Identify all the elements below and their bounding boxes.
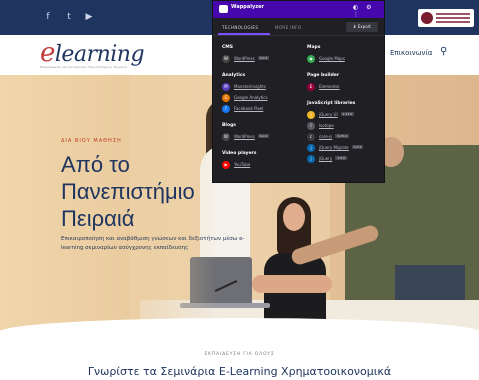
core-js-icon: c (307, 133, 315, 141)
monsterinsights-icon: M (222, 83, 230, 91)
youtube-icon: ▶ (222, 161, 230, 169)
tech-name: MonsterInsights (234, 84, 266, 89)
tech-item-isotope[interactable]: I Isotope (307, 122, 387, 131)
tech-name: jQuery 3.6.0 (319, 156, 347, 161)
tech-name: Google Maps (319, 56, 345, 61)
category-heading-maps: Maps (307, 45, 321, 50)
version-badge: 6.0.2 (257, 56, 270, 60)
wappalyzer-logo-icon (219, 5, 228, 13)
tech-name: jQuery UI 1.13.2 (319, 112, 355, 117)
tech-name: core-js 3.25.0 (319, 134, 349, 139)
hero-title-line-1: Από το (61, 152, 130, 177)
google-analytics-icon: G (222, 94, 230, 102)
tech-name: WordPress 6.0.2 (234, 134, 270, 139)
active-tab-indicator (218, 33, 270, 35)
tech-item-jquery-migrate[interactable]: j jQuery Migrate 3.3.2 (307, 144, 387, 153)
nav-item-contact[interactable]: Επικοινωνία (390, 49, 432, 57)
hero-title-line-2: Πανεπιστήμιο (61, 179, 195, 204)
tech-item-wordpress[interactable]: W WordPress 6.0.2 (222, 133, 302, 142)
tech-item-google-maps[interactable]: ◉ Google Maps (307, 55, 387, 64)
version-badge: 3.3.2 (351, 145, 364, 149)
tech-name: Google Analytics (234, 95, 268, 100)
category-heading-analytics: Analytics (222, 73, 246, 78)
twitter-icon[interactable]: t (64, 12, 74, 22)
jquery-icon: j (307, 155, 315, 163)
version-badge: 3.25.0 (335, 134, 349, 138)
tech-name: Elementor (319, 84, 340, 89)
category-heading-cms: CMS (222, 45, 234, 50)
tab-technologies[interactable]: TECHNOLOGIES (222, 25, 258, 30)
wappalyzer-header: Wappalyzer ◐ ⚙ ⋮ (213, 1, 384, 18)
university-logo[interactable] (418, 9, 474, 27)
hero-kicker: ΔΙΑ ΒΙΟΥ ΜΑΘΗΣΗ (61, 138, 122, 144)
tech-item-wordpress[interactable]: W WordPress 6.0.2 (222, 55, 302, 64)
section-title: Γνωρίστε τα Σεμινάρια E-Learning Χρηματο… (87, 365, 392, 378)
logo-tagline: Επιμόρφωση και Κατάρτιση Πανεπιστημίου Π… (40, 65, 127, 69)
site-logo[interactable]: elearning (40, 38, 145, 68)
tech-name: jQuery Migrate 3.3.2 (319, 145, 364, 150)
version-badge: 3.6.0 (335, 156, 347, 160)
tech-item-core-js[interactable]: c core-js 3.25.0 (307, 133, 387, 142)
category-heading-video-players: Video players (222, 151, 257, 156)
wappalyzer-brand: Wappalyzer (231, 4, 264, 10)
jquery-ui-icon: j (307, 111, 315, 119)
youtube-icon[interactable]: ▶ (84, 12, 94, 22)
wappalyzer-tabs: TECHNOLOGIES MORE INFO ⬇ Export (213, 18, 384, 36)
category-heading-javascript-libraries: JavaScript libraries (307, 101, 356, 106)
tech-item-jquery-ui[interactable]: j jQuery UI 1.13.2 (307, 111, 387, 120)
tech-item-facebook-pixel[interactable]: f Facebook Pixel (222, 105, 302, 114)
university-seal-icon (421, 12, 433, 24)
tech-item-google-analytics[interactable]: G Google Analytics (222, 94, 302, 103)
tech-name: Isotope (319, 123, 334, 128)
jquery-migrate-icon: j (307, 144, 315, 152)
wappalyzer-popup: Wappalyzer ◐ ⚙ ⋮ TECHNOLOGIES MORE INFO … (212, 0, 385, 183)
search-icon[interactable]: ⚲ (440, 46, 447, 57)
tech-item-monsterinsights[interactable]: M MonsterInsights (222, 83, 302, 92)
isotope-icon: I (307, 122, 315, 130)
tech-name: YouTube (234, 162, 251, 167)
wordpress-icon: W (222, 55, 230, 63)
facebook-icon[interactable]: f (43, 12, 53, 22)
wordpress-icon: W (222, 133, 230, 141)
facebook-pixel-icon: f (222, 105, 230, 113)
tech-item-jquery[interactable]: j jQuery 3.6.0 (307, 155, 387, 164)
page: f t ▶ elearning Επιμόρφωση και Κατάρτιση… (0, 0, 479, 380)
tech-item-elementor[interactable]: E Elementor (307, 83, 387, 92)
category-heading-blogs: Blogs (222, 123, 236, 128)
hero-subtitle: Επικαιροποίηση και αναβάθμιση γνώσεων κα… (61, 236, 245, 251)
section-kicker: ΕΚΠΑΙΔΕΥΣΗ ΓΙΑ ΟΛΟΥΣ (204, 352, 275, 357)
export-button[interactable]: ⬇ Export (346, 22, 378, 32)
hero-title-line-3: Πειραιά (61, 206, 135, 231)
tech-name: Facebook Pixel (234, 106, 264, 111)
category-heading-page-builder: Page builder (307, 73, 340, 78)
tab-more-info[interactable]: MORE INFO (275, 25, 301, 30)
version-badge: 6.0.2 (257, 134, 270, 138)
elementor-icon: E (307, 83, 315, 91)
google-maps-icon: ◉ (307, 55, 315, 63)
wappalyzer-controls[interactable]: ◐ ⚙ ⋮ (353, 4, 384, 18)
version-badge: 1.13.2 (340, 112, 355, 116)
tech-item-youtube[interactable]: ▶ YouTube (222, 161, 302, 170)
tech-name: WordPress 6.0.2 (234, 56, 270, 61)
